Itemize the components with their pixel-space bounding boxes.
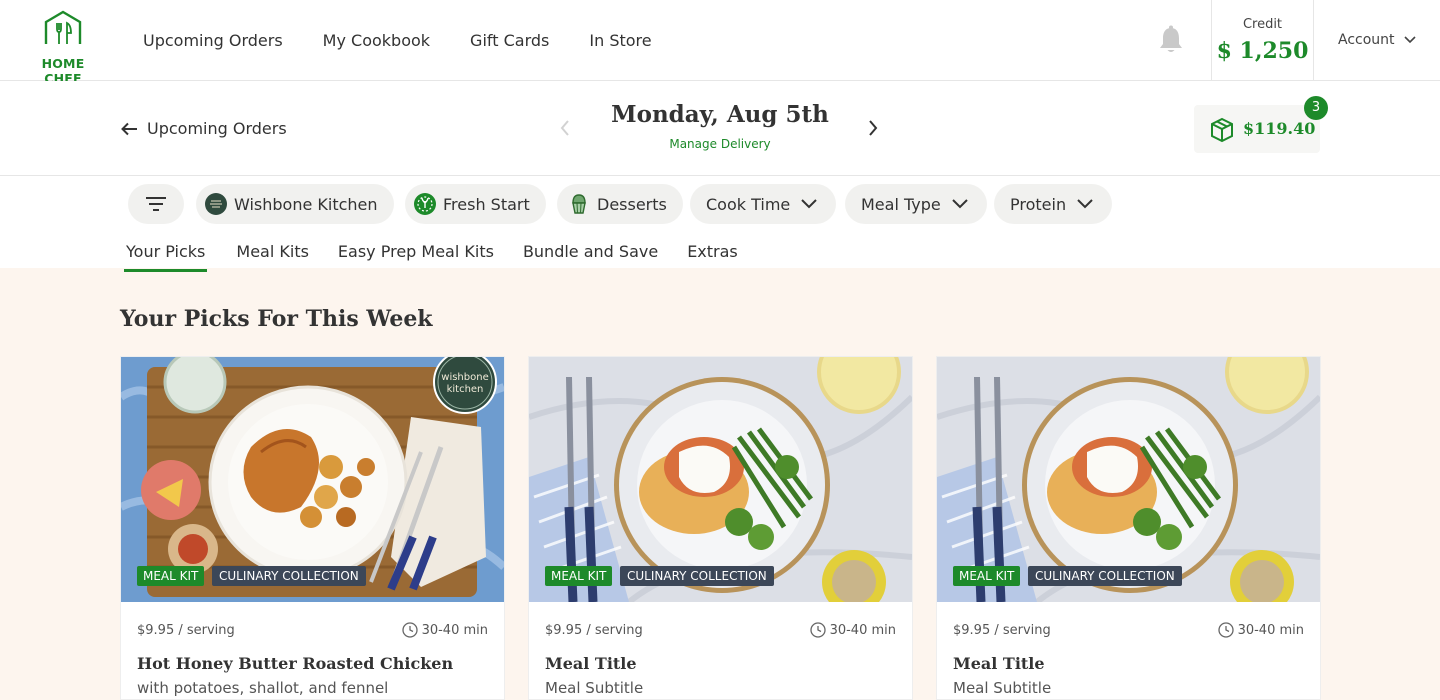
top-nav: HOME CHEF Upcoming Orders My Cookbook Gi… bbox=[0, 0, 1440, 86]
nav-in-store[interactable]: In Store bbox=[589, 31, 651, 50]
meal-subtitle: with potatoes, shallot, and fennel bbox=[137, 679, 389, 697]
price-per-serving: $9.95 / serving bbox=[137, 623, 235, 638]
nav-my-cookbook[interactable]: My Cookbook bbox=[323, 31, 430, 50]
chevron-down-icon bbox=[1077, 199, 1093, 209]
bell-icon[interactable] bbox=[1157, 25, 1185, 55]
chip-label: Meal Type bbox=[861, 194, 941, 214]
chip-label: Fresh Start bbox=[443, 194, 530, 214]
culinary-collection-badge: CULINARY COLLECTION bbox=[212, 566, 366, 586]
chip-desserts[interactable]: Desserts bbox=[557, 184, 683, 224]
manage-delivery-link[interactable]: Manage Delivery bbox=[590, 137, 850, 151]
cook-time-label: 30-40 min bbox=[829, 622, 896, 638]
chip-protein[interactable]: Protein bbox=[994, 184, 1113, 224]
back-to-upcoming-orders[interactable]: Upcoming Orders bbox=[121, 119, 287, 138]
fresh-start-icon bbox=[414, 193, 436, 215]
account-menu[interactable]: Account bbox=[1338, 32, 1417, 48]
category-tabs: Your Picks Meal Kits Easy Prep Meal Kits… bbox=[124, 242, 767, 272]
meal-kit-badge: MEAL KIT bbox=[545, 566, 613, 586]
cart-total: $119.40 bbox=[1243, 119, 1316, 138]
account-label: Account bbox=[1338, 32, 1395, 48]
meal-title[interactable]: Meal Title bbox=[545, 654, 637, 673]
filter-bar: Wishbone Kitchen Fresh Start Desserts Co… bbox=[0, 176, 1440, 272]
wishbone-kitchen-icon bbox=[205, 193, 227, 215]
cook-time: 30-40 min bbox=[401, 622, 488, 638]
chevron-right-icon[interactable] bbox=[866, 119, 880, 137]
home-chef-logo[interactable]: HOME CHEF bbox=[22, 10, 104, 86]
back-label: Upcoming Orders bbox=[147, 119, 287, 138]
meal-title[interactable]: Hot Honey Butter Roasted Chicken bbox=[137, 654, 453, 673]
meal-image[interactable]: wishbone kitchen MEAL KIT CULINARY COLLE… bbox=[121, 357, 504, 602]
box-icon bbox=[1211, 117, 1233, 143]
wishbone-badge-text-2: kitchen bbox=[447, 384, 484, 395]
credit-label: Credit bbox=[1242, 17, 1283, 32]
wishbone-kitchen-badge-icon: wishbone kitchen bbox=[433, 357, 497, 414]
tab-your-picks[interactable]: Your Picks bbox=[124, 242, 208, 272]
chip-label: Cook Time bbox=[706, 194, 791, 214]
tab-bundle-and-save[interactable]: Bundle and Save bbox=[523, 242, 658, 272]
wishbone-badge-text-1: wishbone bbox=[441, 372, 488, 383]
filter-menu-button[interactable] bbox=[128, 184, 184, 224]
meal-image[interactable]: MEAL KIT CULINARY COLLECTION bbox=[937, 357, 1320, 602]
meal-kit-badge: MEAL KIT bbox=[953, 566, 1021, 586]
cook-time-label: 30-40 min bbox=[1237, 622, 1304, 638]
main-nav: Upcoming Orders My Cookbook Gift Cards I… bbox=[143, 31, 692, 50]
clock-icon bbox=[1217, 622, 1234, 638]
chevron-down-icon bbox=[1404, 36, 1416, 44]
meal-image[interactable]: MEAL KIT CULINARY COLLECTION bbox=[529, 357, 912, 602]
tab-meal-kits[interactable]: Meal Kits bbox=[236, 242, 309, 272]
clock-icon bbox=[401, 622, 418, 638]
chef-utensils-icon bbox=[44, 10, 82, 44]
meal-card[interactable]: wishbone kitchen MEAL KIT CULINARY COLLE… bbox=[120, 356, 505, 700]
chip-label: Desserts bbox=[597, 194, 667, 214]
chip-label: Wishbone Kitchen bbox=[234, 194, 378, 214]
chevron-left-icon[interactable] bbox=[558, 119, 572, 137]
culinary-collection-badge: CULINARY COLLECTION bbox=[620, 566, 774, 586]
cart-count-badge: 3 bbox=[1304, 96, 1328, 120]
meal-kit-badge: MEAL KIT bbox=[137, 566, 205, 586]
nav-upcoming-orders[interactable]: Upcoming Orders bbox=[143, 31, 283, 50]
chip-label: Protein bbox=[1010, 194, 1067, 214]
chip-wishbone-kitchen[interactable]: Wishbone Kitchen bbox=[196, 184, 394, 224]
cart-button[interactable]: $119.40 bbox=[1194, 105, 1320, 153]
credit-box[interactable]: Credit $ 1,250 bbox=[1211, 0, 1314, 81]
meal-subtitle: Meal Subtitle bbox=[953, 679, 1052, 697]
meal-subtitle: Meal Subtitle bbox=[545, 679, 644, 697]
section-title: Your Picks For This Week bbox=[120, 306, 433, 332]
filter-lines-icon bbox=[146, 197, 166, 211]
nav-gift-cards[interactable]: Gift Cards bbox=[470, 31, 549, 50]
cook-time: 30-40 min bbox=[1217, 622, 1304, 638]
price-per-serving: $9.95 / serving bbox=[953, 623, 1051, 638]
cook-time-label: 30-40 min bbox=[421, 622, 488, 638]
delivery-date: Monday, Aug 5th bbox=[611, 101, 829, 128]
cupcake-icon bbox=[572, 194, 586, 214]
culinary-collection-badge: CULINARY COLLECTION bbox=[1028, 566, 1182, 586]
price-per-serving: $9.95 / serving bbox=[545, 623, 643, 638]
meal-title[interactable]: Meal Title bbox=[953, 654, 1045, 673]
cook-time: 30-40 min bbox=[809, 622, 896, 638]
clock-icon bbox=[809, 622, 826, 638]
chip-fresh-start[interactable]: Fresh Start bbox=[405, 184, 546, 224]
arrow-left-icon bbox=[121, 122, 137, 136]
chevron-down-icon bbox=[801, 199, 817, 209]
tab-extras[interactable]: Extras bbox=[687, 242, 738, 272]
delivery-bar: Upcoming Orders Monday, Aug 5th Manage D… bbox=[0, 81, 1440, 176]
chip-cook-time[interactable]: Cook Time bbox=[690, 184, 837, 224]
chip-meal-type[interactable]: Meal Type bbox=[845, 184, 987, 224]
meal-card[interactable]: MEAL KIT CULINARY COLLECTION $9.95 / ser… bbox=[936, 356, 1321, 700]
tab-easy-prep-meal-kits[interactable]: Easy Prep Meal Kits bbox=[338, 242, 494, 272]
chevron-down-icon bbox=[952, 199, 968, 209]
meal-card[interactable]: MEAL KIT CULINARY COLLECTION $9.95 / ser… bbox=[528, 356, 913, 700]
credit-value: $ 1,250 bbox=[1216, 38, 1309, 64]
